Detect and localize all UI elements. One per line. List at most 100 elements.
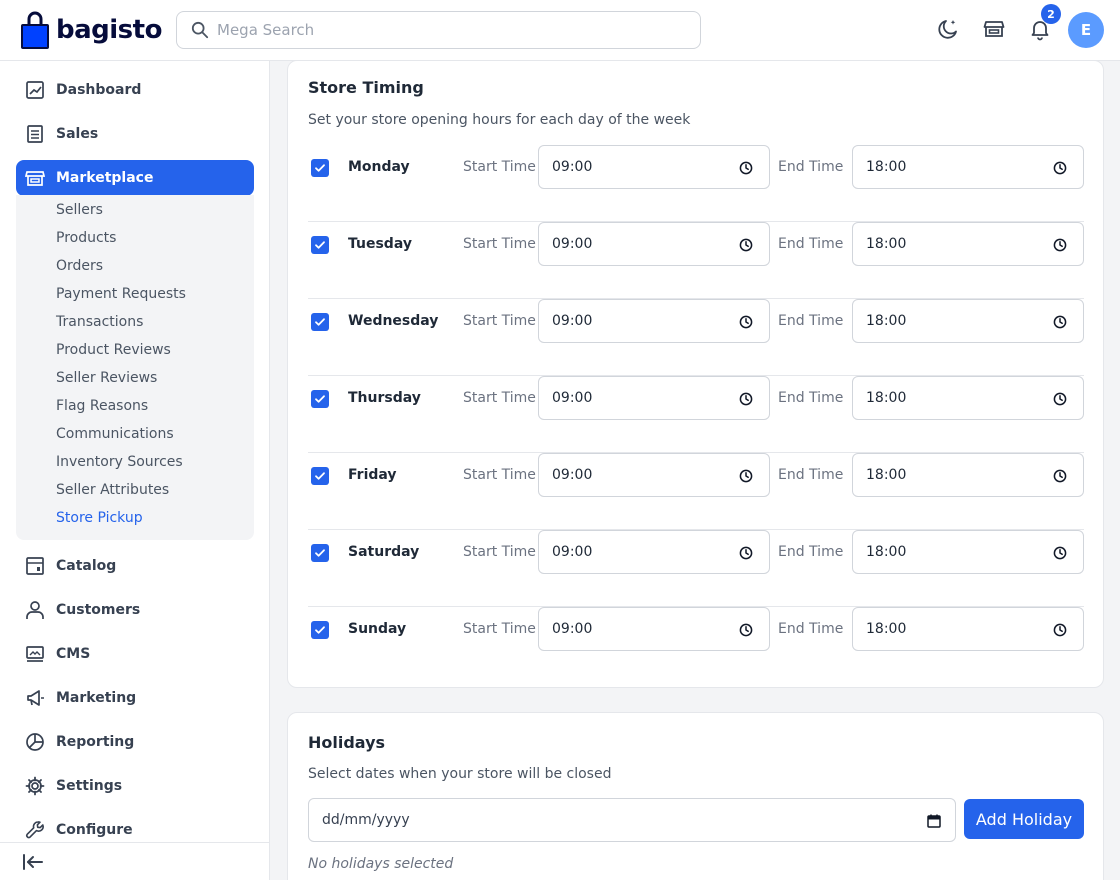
end-time-label: End Time <box>778 236 844 252</box>
day-row-monday: Monday Start Time 09:00 End Time 18:00 <box>308 145 1084 222</box>
end-time-input[interactable]: 18:00 <box>852 299 1084 343</box>
end-time-label: End Time <box>778 159 844 175</box>
day-row-wednesday: Wednesday Start Time 09:00 End Time 18:00 <box>308 299 1084 376</box>
day-enabled-checkbox[interactable] <box>311 159 329 177</box>
sidebar-item-sales[interactable]: Sales <box>16 116 254 152</box>
sidebar-item-label: Marketing <box>56 690 137 706</box>
sidebar-item-cms[interactable]: CMS <box>16 636 254 672</box>
clock-icon[interactable] <box>1053 392 1067 406</box>
submenu-item-products[interactable]: Products <box>56 228 116 248</box>
clock-icon[interactable] <box>1053 238 1067 252</box>
clock-icon[interactable] <box>739 546 753 560</box>
sales-icon <box>24 123 46 145</box>
start-time-input[interactable]: 09:00 <box>538 145 770 189</box>
clock-icon[interactable] <box>1053 623 1067 637</box>
end-time-value: 18:00 <box>866 390 907 406</box>
sidebar-item-reporting[interactable]: Reporting <box>16 724 254 760</box>
day-row-friday: Friday Start Time 09:00 End Time 18:00 <box>308 453 1084 530</box>
start-time-input[interactable]: 09:00 <box>538 530 770 574</box>
submenu-item-product-reviews[interactable]: Product Reviews <box>56 340 171 360</box>
start-time-input[interactable]: 09:00 <box>538 607 770 651</box>
add-holiday-button[interactable]: Add Holiday <box>964 799 1084 839</box>
sidebar-item-label: Customers <box>56 602 141 618</box>
sidebar-item-label: Reporting <box>56 734 135 750</box>
calendar-icon[interactable] <box>927 814 941 828</box>
day-enabled-checkbox[interactable] <box>311 621 329 639</box>
clock-icon[interactable] <box>1053 161 1067 175</box>
sidebar-item-label: Configure <box>56 822 133 838</box>
submenu-item-communications[interactable]: Communications <box>56 424 174 444</box>
clock-icon[interactable] <box>739 161 753 175</box>
clock-icon[interactable] <box>739 623 753 637</box>
submenu-item-payment-requests[interactable]: Payment Requests <box>56 284 186 304</box>
marketplace-submenu: Sellers Products Orders Payment Requests… <box>16 195 254 540</box>
search-input[interactable] <box>217 21 677 39</box>
day-enabled-checkbox[interactable] <box>311 390 329 408</box>
end-time-input[interactable]: 18:00 <box>852 145 1084 189</box>
store-timing-card: Store Timing Set your store opening hour… <box>287 60 1104 688</box>
sidebar-item-label: Settings <box>56 778 123 794</box>
day-enabled-checkbox[interactable] <box>311 544 329 562</box>
submenu-item-flag-reasons[interactable]: Flag Reasons <box>56 396 148 416</box>
day-row-saturday: Saturday Start Time 09:00 End Time 18:00 <box>308 530 1084 607</box>
start-time-input[interactable]: 09:00 <box>538 299 770 343</box>
end-time-input[interactable]: 18:00 <box>852 607 1084 651</box>
customers-icon <box>24 599 46 621</box>
submenu-item-seller-reviews[interactable]: Seller Reviews <box>56 368 157 388</box>
sidebar-item-settings[interactable]: Settings <box>16 768 254 804</box>
day-enabled-checkbox[interactable] <box>311 467 329 485</box>
submenu-item-inventory-sources[interactable]: Inventory Sources <box>56 452 183 472</box>
sidebar-item-marketplace[interactable]: Marketplace <box>16 160 254 196</box>
holidays-card: Holidays Select dates when your store wi… <box>287 712 1104 880</box>
day-enabled-checkbox[interactable] <box>311 313 329 331</box>
shopping-bag-icon <box>20 11 50 49</box>
end-time-input[interactable]: 18:00 <box>852 530 1084 574</box>
holiday-date-input[interactable]: dd/mm/yyyy <box>308 798 956 842</box>
sidebar-item-label: Marketplace <box>56 170 154 186</box>
submenu-item-transactions[interactable]: Transactions <box>56 312 143 332</box>
sidebar-item-marketing[interactable]: Marketing <box>16 680 254 716</box>
end-time-input[interactable]: 18:00 <box>852 453 1084 497</box>
end-time-value: 18:00 <box>866 467 907 483</box>
start-time-input[interactable]: 09:00 <box>538 376 770 420</box>
notification-count-badge: 2 <box>1041 4 1061 24</box>
clock-icon[interactable] <box>739 392 753 406</box>
submenu-item-store-pickup[interactable]: Store Pickup <box>56 508 143 528</box>
dark-mode-icon[interactable] <box>935 16 961 42</box>
sidebar-item-customers[interactable]: Customers <box>16 592 254 628</box>
user-avatar[interactable]: E <box>1068 12 1104 48</box>
end-time-label: End Time <box>778 390 844 406</box>
start-time-input[interactable]: 09:00 <box>538 222 770 266</box>
configure-icon <box>24 819 46 841</box>
end-time-label: End Time <box>778 621 844 637</box>
clock-icon[interactable] <box>739 315 753 329</box>
storefront-icon[interactable] <box>981 16 1007 42</box>
sidebar-item-catalog[interactable]: Catalog <box>16 548 254 584</box>
end-time-input[interactable]: 18:00 <box>852 222 1084 266</box>
submenu-item-seller-attributes[interactable]: Seller Attributes <box>56 480 169 500</box>
store-icon <box>24 167 46 189</box>
cms-icon <box>24 643 46 665</box>
search-icon <box>191 21 209 39</box>
start-time-label: Start Time <box>463 313 536 329</box>
sidebar-item-label: CMS <box>56 646 91 662</box>
start-time-value: 09:00 <box>552 467 593 483</box>
bagisto-logo[interactable]: bagisto <box>20 11 162 49</box>
clock-icon[interactable] <box>739 238 753 252</box>
end-time-input[interactable]: 18:00 <box>852 376 1084 420</box>
clock-icon[interactable] <box>1053 469 1067 483</box>
sidebar-item-dashboard[interactable]: Dashboard <box>16 72 254 108</box>
clock-icon[interactable] <box>1053 546 1067 560</box>
submenu-item-sellers[interactable]: Sellers <box>56 200 103 220</box>
collapse-sidebar-button[interactable] <box>0 842 270 880</box>
start-time-input[interactable]: 09:00 <box>538 453 770 497</box>
end-time-label: End Time <box>778 313 844 329</box>
reporting-icon <box>24 731 46 753</box>
no-holidays-text: No holidays selected <box>308 856 454 872</box>
end-time-label: End Time <box>778 544 844 560</box>
day-enabled-checkbox[interactable] <box>311 236 329 254</box>
clock-icon[interactable] <box>1053 315 1067 329</box>
mega-search[interactable] <box>176 11 701 49</box>
clock-icon[interactable] <box>739 469 753 483</box>
submenu-item-orders[interactable]: Orders <box>56 256 103 276</box>
